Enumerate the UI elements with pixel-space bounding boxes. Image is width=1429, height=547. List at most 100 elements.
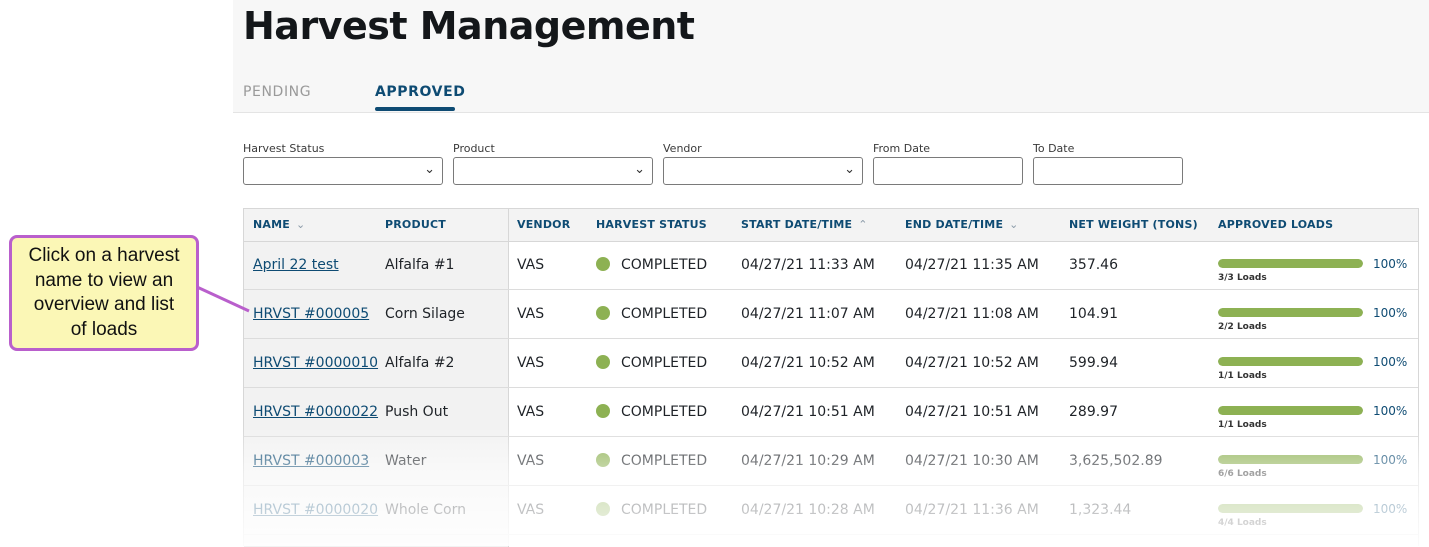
start-datetime-cell: 04/27/21 11:07 AM	[741, 306, 875, 322]
chevron-down-icon: ⌄	[634, 162, 645, 177]
vendor-cell: VAS	[517, 306, 545, 322]
loads-count: 4/4 Loads	[1218, 518, 1267, 528]
column-header-vendor[interactable]: VENDOR	[517, 218, 570, 231]
chevron-down-icon: ⌄	[424, 162, 435, 177]
progress-percent: 100%	[1373, 453, 1408, 467]
harvest-status-select[interactable]: ⌄	[243, 157, 443, 185]
end-datetime-cell: 04/27/21 10:51 AM	[905, 404, 1039, 420]
status-dot-icon	[596, 502, 610, 516]
approved-loads-progress	[1218, 504, 1363, 513]
status-dot-icon	[596, 404, 610, 418]
progress-fill	[1218, 504, 1363, 513]
table-row: April 22 test Alfalfa #1 VAS COMPLETED 04/27…	[244, 241, 1418, 290]
filter-to-date: To Date	[1033, 142, 1183, 185]
status-dot-icon	[596, 453, 610, 467]
callout-text: Click on a harvest name to view an overv…	[28, 245, 180, 340]
approved-loads-progress	[1218, 259, 1363, 268]
chevron-down-icon: ⌄	[844, 162, 855, 177]
product-select[interactable]: ⌄	[453, 157, 653, 185]
net-weight-cell: 1,323.44	[1069, 502, 1132, 518]
vendor-cell: VAS	[517, 453, 545, 469]
table-row: HRVST #000005 Corn Silage VAS COMPLETED 04/2…	[244, 290, 1418, 339]
end-datetime-cell: 04/27/21 11:08 AM	[905, 306, 1039, 322]
table-row: HRVST #0000010 Alfalfa #2 VAS COMPLETED 04/2…	[244, 339, 1418, 388]
approved-loads-progress	[1218, 406, 1363, 415]
active-tab-indicator	[375, 107, 455, 111]
sort-down-icon: ⌄	[1009, 218, 1019, 231]
progress-percent: 100%	[1373, 306, 1408, 320]
end-datetime-cell: 04/27/21 10:30 AM	[905, 453, 1039, 469]
product-cell: Push Out	[385, 404, 449, 420]
harvest-name-link[interactable]: HRVST #0000022	[253, 404, 378, 420]
progress-fill	[1218, 455, 1363, 464]
progress-fill	[1218, 406, 1363, 415]
harvest-name-link[interactable]: HRVST #0000020	[253, 502, 378, 518]
product-cell: Whole Corn	[385, 502, 466, 518]
end-datetime-cell: 04/27/21 10:52 AM	[905, 355, 1039, 371]
column-header-approved-loads[interactable]: APPROVED LOADS	[1218, 218, 1333, 231]
column-header-harvest-status[interactable]: HARVEST STATUS	[596, 218, 707, 231]
approved-loads-progress	[1218, 455, 1363, 464]
tab-pending[interactable]: PENDING	[243, 84, 311, 100]
harvest-name-link[interactable]: April 22 test	[253, 257, 339, 273]
harvest-name-link[interactable]: HRVST #000005	[253, 306, 369, 322]
filter-label: Harvest Status	[243, 142, 325, 155]
product-cell: Corn Silage	[385, 306, 465, 322]
vendor-cell: VAS	[517, 355, 545, 371]
net-weight-cell: 104.91	[1069, 306, 1118, 322]
loads-count: 1/1 Loads	[1218, 371, 1267, 381]
net-weight-cell: 3,625,502.89	[1069, 453, 1163, 469]
sort-up-icon: ⌃	[858, 218, 868, 231]
vendor-cell: VAS	[517, 502, 545, 518]
progress-fill	[1218, 357, 1363, 366]
vendor-cell: VAS	[517, 404, 545, 420]
filter-harvest-status: Harvest Status ⌄	[243, 142, 443, 185]
harvest-name-link[interactable]: HRVST #0000010	[253, 355, 378, 371]
filter-vendor: Vendor ⌄	[663, 142, 863, 185]
net-weight-cell: 289.97	[1069, 404, 1118, 420]
approved-loads-progress	[1218, 357, 1363, 366]
to-date-input[interactable]	[1033, 157, 1183, 185]
net-weight-cell: 599.94	[1069, 355, 1118, 371]
status-cell: COMPLETED	[621, 355, 708, 371]
approved-loads-progress	[1218, 308, 1363, 317]
product-cell: Alfalfa #1	[385, 257, 455, 273]
start-datetime-cell: 04/27/21 10:29 AM	[741, 453, 875, 469]
status-cell: COMPLETED	[621, 404, 708, 420]
tab-approved[interactable]: APPROVED	[375, 84, 465, 100]
table-header: NAME ⌄ PRODUCT VENDOR HARVEST STATUS STAR…	[244, 209, 1418, 242]
column-header-name[interactable]: NAME ⌄	[253, 218, 305, 231]
status-cell: COMPLETED	[621, 502, 708, 518]
progress-fill	[1218, 259, 1363, 268]
harvest-name-link[interactable]: HRVST #000003	[253, 453, 369, 469]
vendor-select[interactable]: ⌄	[663, 157, 863, 185]
column-header-net-weight[interactable]: NET WEIGHT (TONS)	[1069, 218, 1198, 231]
column-header-product[interactable]: PRODUCT	[385, 218, 446, 231]
column-header-start[interactable]: START DATE/TIME ⌃	[741, 218, 868, 231]
column-header-end[interactable]: END DATE/TIME ⌄	[905, 218, 1019, 231]
status-cell: COMPLETED	[621, 306, 708, 322]
from-date-input[interactable]	[873, 157, 1023, 185]
table-row: HRVST #0000022 Push Out VAS COMPLETED 04/27/…	[244, 388, 1418, 437]
status-dot-icon	[596, 257, 610, 271]
filter-label: From Date	[873, 142, 931, 155]
start-datetime-cell: 04/27/21 10:28 AM	[741, 502, 875, 518]
progress-fill	[1218, 308, 1363, 317]
filter-label: To Date	[1033, 142, 1075, 155]
table-row: HRVST #0000020 Whole Corn VAS COMPLETED 04/2…	[244, 486, 1418, 535]
progress-percent: 100%	[1373, 404, 1408, 418]
table-row: HRVST #000003 Water VAS COMPLETED 04/27/21 1…	[244, 437, 1418, 486]
product-cell: Water	[385, 453, 427, 469]
loads-count: 6/6 Loads	[1218, 469, 1267, 479]
status-dot-icon	[596, 306, 610, 320]
end-datetime-cell: 04/27/21 11:36 AM	[905, 502, 1039, 518]
filter-product: Product ⌄	[453, 142, 653, 185]
start-datetime-cell: 04/27/21 11:33 AM	[741, 257, 875, 273]
filter-label: Vendor	[663, 142, 702, 155]
filter-label: Product	[453, 142, 495, 155]
start-datetime-cell: 04/27/21 10:51 AM	[741, 404, 875, 420]
progress-percent: 100%	[1373, 502, 1408, 516]
end-datetime-cell: 04/27/21 11:35 AM	[905, 257, 1039, 273]
progress-percent: 100%	[1373, 257, 1408, 271]
net-weight-cell: 357.46	[1069, 257, 1118, 273]
